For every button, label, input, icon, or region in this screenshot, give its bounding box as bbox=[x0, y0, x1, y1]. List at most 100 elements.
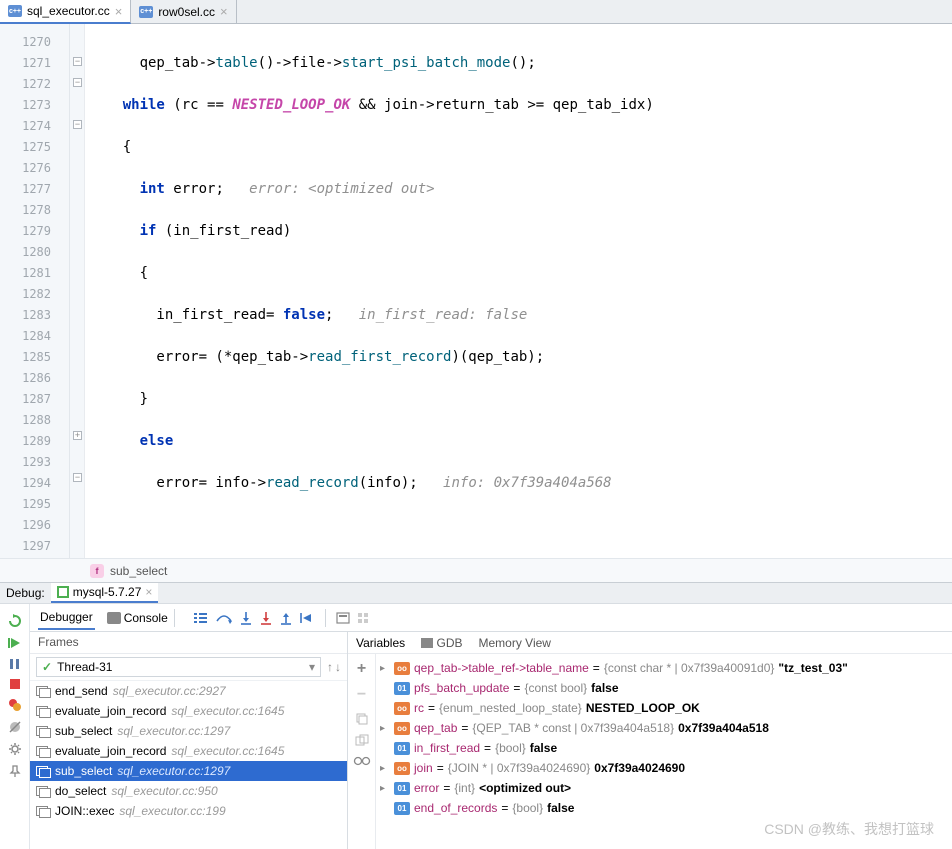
evaluate-icon[interactable] bbox=[336, 611, 350, 625]
glasses-icon[interactable] bbox=[353, 756, 371, 766]
variables-list: ▸ooqep_tab->table_ref->table_name = {con… bbox=[376, 654, 952, 849]
frames-header: Frames bbox=[30, 632, 347, 654]
remove-watch-icon[interactable]: − bbox=[357, 686, 366, 704]
frame-icon bbox=[36, 805, 50, 817]
variable-row[interactable]: ▸oojoin = {JOIN * | 0x7f39a4024690} 0x7f… bbox=[378, 758, 950, 778]
cpp-file-icon: c++ bbox=[139, 6, 153, 18]
tab-row0sel[interactable]: c++ row0sel.cc × bbox=[131, 0, 236, 23]
tab-label: sql_executor.cc bbox=[27, 4, 110, 18]
code-content[interactable]: qep_tab->table()->file->start_psi_batch_… bbox=[85, 24, 952, 558]
cpp-file-icon: c++ bbox=[8, 5, 22, 17]
tab-console[interactable]: Console bbox=[105, 607, 170, 629]
rerun-icon[interactable] bbox=[8, 614, 22, 628]
debug-tabs: Debugger Console bbox=[30, 606, 170, 630]
frame-icon bbox=[36, 705, 50, 717]
force-step-into-icon[interactable] bbox=[259, 611, 273, 625]
variables-panel: Variables GDB Memory View + − ▸ooqep_tab… bbox=[348, 632, 952, 849]
tab-memory[interactable]: Memory View bbox=[479, 636, 551, 650]
thread-selector-row: ✓ Thread-31 ▾ ↑ ↓ bbox=[30, 654, 347, 681]
variable-row[interactable]: ▸ooqep_tab->table_ref->table_name = {con… bbox=[378, 658, 950, 678]
mute-breakpoints-icon[interactable] bbox=[8, 720, 22, 734]
obj-badge-icon: oo bbox=[394, 722, 410, 735]
code-editor: 12701271 12721273 12741275 12761277 1278… bbox=[0, 24, 952, 558]
fold-toggle[interactable]: − bbox=[73, 57, 82, 66]
frame-icon bbox=[36, 745, 50, 757]
frame-item[interactable]: sub_select sql_executor.cc:1297 bbox=[30, 721, 347, 741]
variable-row[interactable]: ▸ooqep_tab = {QEP_TAB * const | 0x7f39a4… bbox=[378, 718, 950, 738]
duplicate-icon[interactable] bbox=[355, 734, 369, 748]
expand-icon[interactable]: ▸ bbox=[380, 763, 390, 774]
variables-tabs: Variables GDB Memory View bbox=[348, 632, 952, 654]
step-out-icon[interactable] bbox=[279, 611, 293, 625]
run-to-cursor-icon[interactable] bbox=[299, 611, 315, 625]
frame-item[interactable]: evaluate_join_record sql_executor.cc:164… bbox=[30, 701, 347, 721]
expand-icon[interactable]: ▸ bbox=[380, 663, 390, 674]
trace-icon[interactable] bbox=[356, 611, 370, 625]
stop-icon[interactable] bbox=[9, 678, 21, 690]
frame-up-icon[interactable]: ↑ bbox=[327, 660, 333, 674]
frames-panel: Frames ✓ Thread-31 ▾ ↑ ↓ end_send sql_ex… bbox=[30, 632, 348, 849]
pause-icon[interactable] bbox=[9, 658, 21, 670]
fold-toggle[interactable]: + bbox=[73, 431, 82, 440]
thread-dropdown[interactable]: ✓ Thread-31 ▾ bbox=[36, 657, 321, 677]
step-buttons bbox=[193, 609, 370, 627]
frame-icon bbox=[36, 765, 50, 777]
fold-toggle[interactable]: − bbox=[73, 473, 82, 482]
chevron-down-icon: ▾ bbox=[309, 660, 315, 674]
close-icon[interactable]: × bbox=[115, 4, 123, 19]
tab-gdb[interactable]: GDB bbox=[421, 636, 462, 650]
run-config-tab[interactable]: mysql-5.7.27 × bbox=[51, 583, 159, 603]
obj-badge-icon: oo bbox=[394, 762, 410, 775]
pin-icon[interactable] bbox=[8, 764, 22, 778]
tab-sql-executor[interactable]: c++ sql_executor.cc × bbox=[0, 0, 131, 24]
frame-icon bbox=[36, 685, 50, 697]
variable-row[interactable]: 01end_of_records = {bool} false bbox=[378, 798, 950, 818]
tab-variables[interactable]: Variables bbox=[356, 636, 405, 650]
copy-icon[interactable] bbox=[355, 712, 369, 726]
expand-icon[interactable]: ▸ bbox=[380, 723, 390, 734]
expand-icon[interactable]: ▸ bbox=[380, 783, 390, 794]
console-icon bbox=[107, 612, 121, 624]
step-into-icon[interactable] bbox=[239, 611, 253, 625]
settings-icon[interactable] bbox=[8, 742, 22, 756]
view-breakpoints-icon[interactable] bbox=[8, 698, 22, 712]
frame-item[interactable]: sub_select sql_executor.cc:1297 bbox=[30, 761, 347, 781]
check-icon: ✓ bbox=[42, 660, 52, 674]
variable-row[interactable]: 01in_first_read = {bool} false bbox=[378, 738, 950, 758]
variable-row[interactable]: 01pfs_batch_update = {const bool} false bbox=[378, 678, 950, 698]
tab-debugger[interactable]: Debugger bbox=[38, 606, 95, 630]
frame-item[interactable]: evaluate_join_record sql_executor.cc:164… bbox=[30, 741, 347, 761]
frame-item[interactable]: do_select sql_executor.cc:950 bbox=[30, 781, 347, 801]
breadcrumb-fn[interactable]: sub_select bbox=[110, 564, 167, 578]
prim-badge-icon: 01 bbox=[394, 682, 410, 695]
resume-icon[interactable] bbox=[8, 636, 22, 650]
debug-run-controls bbox=[0, 604, 30, 632]
editor-tabs: c++ sql_executor.cc × c++ row0sel.cc × bbox=[0, 0, 952, 24]
prim-badge-icon: 01 bbox=[394, 742, 410, 755]
frame-icon bbox=[36, 725, 50, 737]
app-icon bbox=[57, 586, 69, 598]
breadcrumb: f sub_select bbox=[0, 558, 952, 582]
close-icon[interactable]: × bbox=[220, 4, 228, 19]
fold-toggle[interactable]: − bbox=[73, 78, 82, 87]
debug-body: Frames ✓ Thread-31 ▾ ↑ ↓ end_send sql_ex… bbox=[0, 632, 952, 849]
frame-down-icon[interactable]: ↓ bbox=[335, 660, 341, 674]
tab-label: row0sel.cc bbox=[158, 5, 215, 19]
frame-item[interactable]: JOIN::exec sql_executor.cc:199 bbox=[30, 801, 347, 821]
variable-row[interactable]: ▸01error = {int} <optimized out> bbox=[378, 778, 950, 798]
function-icon: f bbox=[90, 564, 104, 578]
line-numbers: 12701271 12721273 12741275 12761277 1278… bbox=[0, 24, 70, 558]
show-execution-point-icon[interactable] bbox=[193, 611, 209, 625]
variables-toolbar: + − bbox=[348, 654, 376, 849]
frame-item[interactable]: end_send sql_executor.cc:2927 bbox=[30, 681, 347, 701]
variable-row[interactable]: oorc = {enum_nested_loop_state} NESTED_L… bbox=[378, 698, 950, 718]
step-over-icon[interactable] bbox=[215, 611, 233, 625]
debug-side-toolbar bbox=[0, 632, 30, 849]
add-watch-icon[interactable]: + bbox=[357, 660, 366, 678]
obj-badge-icon: oo bbox=[394, 662, 410, 675]
fold-toggle[interactable]: − bbox=[73, 120, 82, 129]
close-icon[interactable]: × bbox=[145, 585, 152, 599]
fold-column: − − − + − bbox=[70, 24, 85, 558]
prim-badge-icon: 01 bbox=[394, 802, 410, 815]
frame-icon bbox=[36, 785, 50, 797]
